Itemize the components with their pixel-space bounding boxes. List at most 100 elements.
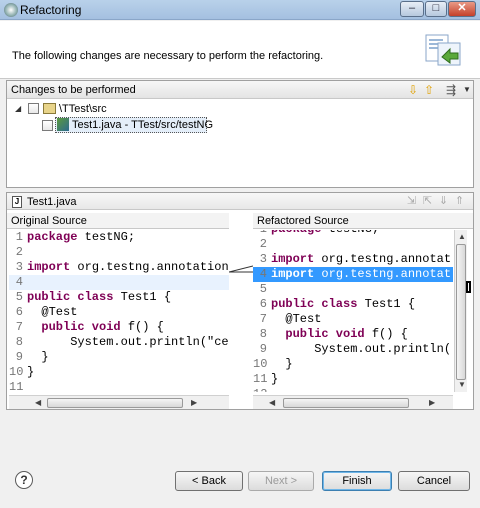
window-titlebar: Refactoring – □ ✕ [0,0,480,20]
line-number: 4 [259,267,267,281]
line-number: 2 [15,245,23,259]
code-line: 9 } [9,350,229,365]
code-line: 3 import org.testng.annotation [9,260,229,275]
close-button[interactable]: ✕ [448,1,476,17]
next-change-icon[interactable]: ⇩ [406,83,420,97]
code-text: Test1 { [357,297,416,311]
java-file-change-icon [57,118,69,131]
package-folder-icon [43,103,56,114]
tree-item-test1[interactable]: Test1.java - TTest/src/testNG [7,117,467,133]
code-keyword: package [27,230,78,244]
scroll-right-arrow-icon[interactable]: ▶ [191,398,197,407]
cancel-button[interactable]: Cancel [398,471,470,491]
line-number: 5 [15,290,23,304]
code-text: testNG; [321,230,379,236]
code-text: f() { [120,320,164,334]
next-difference-icon[interactable]: ⇓ [437,195,450,208]
code-text: } [271,372,279,386]
previous-difference-icon[interactable]: ⇑ [453,195,466,208]
changes-panel-header: Changes to be performed ⇩ ⇧ ⇶ ▼ [7,81,473,99]
previous-change-icon[interactable]: ⇧ [422,83,436,97]
code-text: } [271,357,293,371]
horizontal-scroll-thumb[interactable] [47,398,183,408]
code-text: } [27,350,49,364]
line-number: 1 [15,230,23,244]
minimize-button[interactable]: – [400,1,424,17]
code-line: 6 public class Test1 { [253,297,453,312]
line-number: 6 [259,297,267,311]
refactored-horizontal-scrollbar[interactable]: ◀ ▶ [253,395,453,409]
back-button[interactable]: < Back [175,471,243,491]
code-text: org.testng.annotat [314,267,452,281]
help-button[interactable]: ? [15,471,33,489]
header-message: The following changes are necessary to p… [12,50,324,62]
original-horizontal-scrollbar[interactable]: ◀ ▶ [9,395,229,409]
tree-item-src[interactable]: ◢ \TTest\src [7,101,467,117]
code-line: 2 [253,237,453,252]
code-line: 6 @Test [9,305,229,320]
code-line: 8 System.out.println("ce [9,335,229,350]
code-line: 8 public void f() { [253,327,453,342]
code-keyword: import [271,267,315,281]
horizontal-scroll-thumb[interactable] [283,398,409,408]
eclipse-icon [4,3,18,17]
compare-title-bar: J Test1.java ⇲ ⇱ ⇓ ⇑ [7,193,473,210]
code-keyword: public void [27,320,121,334]
copy-right-icon[interactable]: ⇱ [421,195,434,208]
code-text: System.out.println("ce [27,335,229,349]
diff-connector [229,265,253,273]
scroll-down-arrow-icon[interactable]: ▼ [458,380,466,389]
line-number: 5 [259,282,267,296]
compare-file-name: Test1.java [27,196,77,208]
src-checkbox[interactable] [28,103,39,114]
line-number: 3 [15,260,23,274]
copy-left-icon[interactable]: ⇲ [405,195,418,208]
line-number: 10 [253,357,268,371]
window-title: Refactoring [20,3,82,17]
code-text: @Test [271,312,322,326]
refactor-wizard-icon [425,34,461,66]
code-keyword: public void [271,327,365,341]
code-keyword: package [271,230,321,236]
refactored-vertical-scrollbar[interactable]: ▲ ▼ [454,230,467,392]
code-text: @Test [27,305,78,319]
next-button: Next > [248,471,314,491]
maximize-button[interactable]: □ [425,1,447,17]
collapse-twisty-icon[interactable]: ◢ [15,104,21,113]
wizard-header: The following changes are necessary to p… [0,21,480,79]
code-text: testNG; [77,230,136,244]
code-line: 7 @Test [253,312,453,327]
original-source-editor[interactable]: 1 package testNG; 2 3 import org.testng.anno… [9,230,229,392]
refactored-source-editor[interactable]: 1 package testNG; 23 import org.testng.anno… [253,230,453,392]
scroll-left-arrow-icon[interactable]: ◀ [35,398,41,407]
code-line: 7 public void f() { [9,320,229,335]
code-keyword: public class [27,290,114,304]
code-line: 4 import org.testng.annotat [253,267,453,282]
code-line: 11 [9,380,229,392]
compare-viewer: J Test1.java ⇲ ⇱ ⇓ ⇑ Original Source Ref… [6,192,474,410]
line-number: 8 [15,335,23,349]
vertical-scroll-thumb[interactable] [456,244,466,380]
scroll-up-arrow-icon[interactable]: ▲ [458,232,466,241]
line-number: 6 [15,305,23,319]
line-number: 8 [259,327,267,341]
line-number: 11 [9,380,24,392]
view-menu-icon[interactable]: ▼ [460,83,474,97]
java-file-icon: J [12,196,22,208]
scroll-right-arrow-icon[interactable]: ▶ [429,398,435,407]
code-line: 10} [9,365,229,380]
code-line: 9 System.out.println( [253,342,453,357]
line-number: 9 [15,350,23,364]
code-line: 1 package testNG; [9,230,229,245]
test1-checkbox[interactable] [42,120,53,131]
tree-item-label: \TTest\src [59,103,107,115]
code-text: } [27,365,35,379]
finish-button[interactable]: Finish [322,471,392,491]
code-keyword: public class [271,297,358,311]
code-text: Test1 { [113,290,172,304]
refactored-source-heading: Refactored Source [253,213,473,229]
changes-panel: Changes to be performed ⇩ ⇧ ⇶ ▼ ◢ \TTest… [6,80,474,188]
code-line: 2 [9,245,229,260]
filter-icon[interactable]: ⇶ [444,83,458,97]
scroll-left-arrow-icon[interactable]: ◀ [269,398,275,407]
